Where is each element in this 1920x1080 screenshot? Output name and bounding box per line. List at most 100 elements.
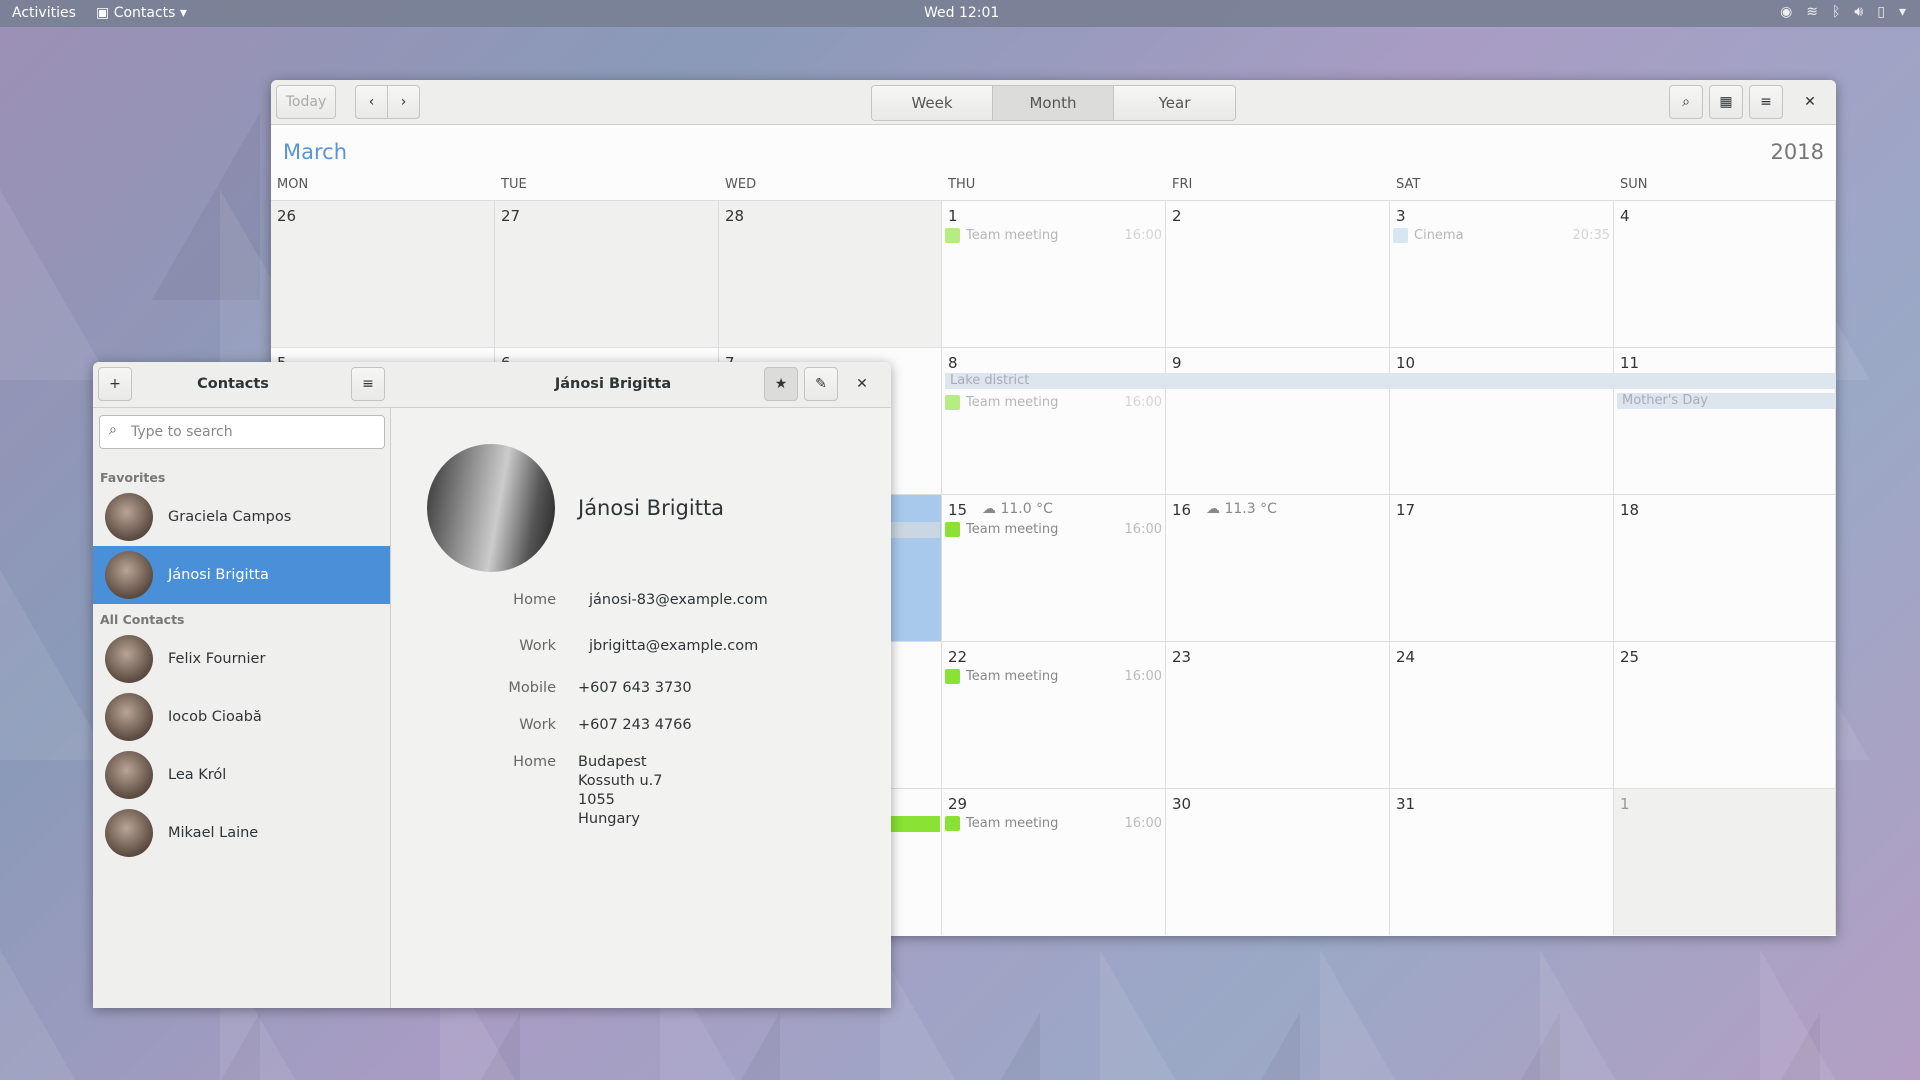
search-icon: ⌕ <box>1682 94 1690 110</box>
wifi-icon: ≋ <box>1806 4 1819 20</box>
day-name-wed: WED <box>725 177 757 192</box>
event-item[interactable]: Team meeting 16:00 <box>945 815 1162 831</box>
contact-name: Lea Król <box>168 767 227 783</box>
search-placeholder: Type to search <box>131 424 233 440</box>
hamburger-icon: ≡ <box>1760 94 1772 110</box>
day-cell[interactable]: 31 <box>1390 788 1614 935</box>
star-icon: ★ <box>774 376 788 392</box>
day-cell[interactable]: 9 <box>1166 347 1390 494</box>
day-number: 3 <box>1396 207 1406 225</box>
month-title: March <box>283 140 348 164</box>
event-item[interactable]: Team meeting 16:00 <box>945 227 1162 243</box>
calendar-header-bar: Today ‹ › Week Month Year ⌕ ▦ ≡ ✕ <box>271 80 1836 125</box>
close-button[interactable]: ✕ <box>1793 85 1827 119</box>
day-number: 15 <box>948 501 968 519</box>
day-number: 23 <box>1172 648 1192 666</box>
day-cell[interactable]: 3 Cinema 20:35 <box>1390 200 1614 347</box>
event-item[interactable]: Team meeting 16:00 <box>945 521 1162 537</box>
clock[interactable]: Wed 12:01 <box>924 5 999 21</box>
contact-item[interactable]: Jánosi Brigitta <box>93 546 390 604</box>
temperature: 11.0 °C <box>1000 501 1053 517</box>
day-cell[interactable]: 23 <box>1166 641 1390 788</box>
close-button[interactable]: ✕ <box>845 367 879 401</box>
day-cell[interactable]: 10 <box>1390 347 1614 494</box>
field-value[interactable]: jbrigitta@example.com <box>589 638 758 654</box>
edit-button[interactable]: ✎ <box>804 367 838 401</box>
event-title: Team meeting <box>966 815 1059 831</box>
system-tray[interactable]: ◉ ≋ ᛒ 🔊︎ ▯ ▾ <box>1780 4 1906 20</box>
day-number: 24 <box>1396 648 1416 666</box>
next-button[interactable]: › <box>387 85 420 119</box>
contact-item[interactable]: Mikael Laine <box>93 804 390 862</box>
field-value[interactable]: jánosi-83@example.com <box>589 592 768 608</box>
day-cell[interactable]: 11 <box>1614 347 1836 494</box>
day-number: 10 <box>1396 354 1416 372</box>
event-item[interactable]: Team meeting 16:00 <box>945 668 1162 684</box>
event-item[interactable]: Cinema 20:35 <box>1393 227 1610 243</box>
day-cell[interactable]: 15 ☁ 11.0 °C Team meeting 16:00 <box>942 494 1166 641</box>
plus-icon: + <box>109 376 121 392</box>
day-cell[interactable]: 4 <box>1614 200 1836 347</box>
day-cell[interactable]: 22 Team meeting 16:00 <box>942 641 1166 788</box>
day-cell[interactable]: 28 <box>719 200 942 347</box>
battery-icon: ▯ <box>1877 4 1885 20</box>
field-value[interactable]: +607 243 4766 <box>578 717 692 733</box>
menu-button[interactable]: ≡ <box>1749 85 1783 119</box>
day-number: 8 <box>948 354 958 372</box>
day-name-mon: MON <box>277 177 309 192</box>
today-button[interactable]: Today <box>276 85 336 119</box>
day-cell[interactable]: 8 Team meeting 16:00 <box>942 347 1166 494</box>
day-cell[interactable]: 2 <box>1166 200 1390 347</box>
avatar <box>105 809 153 857</box>
previous-button[interactable]: ‹ <box>355 85 388 119</box>
contact-item[interactable]: Graciela Campos <box>93 488 390 546</box>
calendar-color-icon <box>1393 227 1408 243</box>
add-contact-button[interactable]: + <box>98 367 132 401</box>
day-cell[interactable]: 30 <box>1166 788 1390 935</box>
pencil-icon: ✎ <box>815 376 827 392</box>
search-input[interactable]: ⌕ Type to search <box>99 415 385 449</box>
field-label: Mobile <box>508 680 556 696</box>
tab-week[interactable]: Week <box>872 86 993 120</box>
contact-item[interactable]: Felix Fournier <box>93 630 390 688</box>
activities-button[interactable]: Activities <box>12 5 76 21</box>
bluetooth-icon: ᛒ <box>1832 4 1841 20</box>
app-menu[interactable]: ▣ Contacts ▾ <box>96 5 187 21</box>
event-mothers-day[interactable]: Mother's Day <box>1617 393 1836 409</box>
day-cell[interactable]: 18 <box>1614 494 1836 641</box>
field-value[interactable]: +607 643 3730 <box>578 680 692 696</box>
day-name-tue: TUE <box>501 177 527 192</box>
day-number: 31 <box>1396 795 1416 813</box>
day-cell[interactable]: 16 ☁ 11.3 °C <box>1166 494 1390 641</box>
event-item[interactable]: Team meeting 16:00 <box>945 394 1162 410</box>
volume-icon: 🔊︎ <box>1854 4 1864 20</box>
day-cell[interactable]: 25 <box>1614 641 1836 788</box>
day-name-sat: SAT <box>1396 177 1421 192</box>
favorite-button[interactable]: ★ <box>764 367 798 401</box>
day-cell[interactable]: 29 Team meeting 16:00 <box>942 788 1166 935</box>
avatar <box>105 751 153 799</box>
calendar-color-icon <box>945 521 960 537</box>
event-lake-district[interactable]: Lake district <box>945 373 1836 389</box>
day-cell[interactable]: 1 Team meeting 16:00 <box>942 200 1166 347</box>
day-cell[interactable]: 24 <box>1390 641 1614 788</box>
day-number: 29 <box>948 795 968 813</box>
contact-item[interactable]: Iocob Cioabă <box>93 688 390 746</box>
chevron-down-icon: ▾ <box>1898 4 1906 20</box>
day-number: 18 <box>1620 501 1640 519</box>
search-button[interactable]: ⌕ <box>1669 85 1703 119</box>
event-time: 16:00 <box>1124 521 1162 537</box>
day-number: 2 <box>1172 207 1182 225</box>
search-icon: ⌕ <box>109 422 117 438</box>
tab-year[interactable]: Year <box>1114 86 1235 120</box>
day-cell[interactable]: 1 <box>1614 788 1836 935</box>
calendar-color-icon <box>945 815 960 831</box>
day-cell[interactable]: 17 <box>1390 494 1614 641</box>
selection-menu-button[interactable]: ≡ <box>351 367 385 401</box>
calendar-management-button[interactable]: ▦ <box>1709 85 1743 119</box>
contact-name: Jánosi Brigitta <box>578 496 725 520</box>
day-cell[interactable]: 26 <box>271 200 495 347</box>
contact-item[interactable]: Lea Król <box>93 746 390 804</box>
tab-month[interactable]: Month <box>993 86 1114 120</box>
day-cell[interactable]: 27 <box>495 200 719 347</box>
